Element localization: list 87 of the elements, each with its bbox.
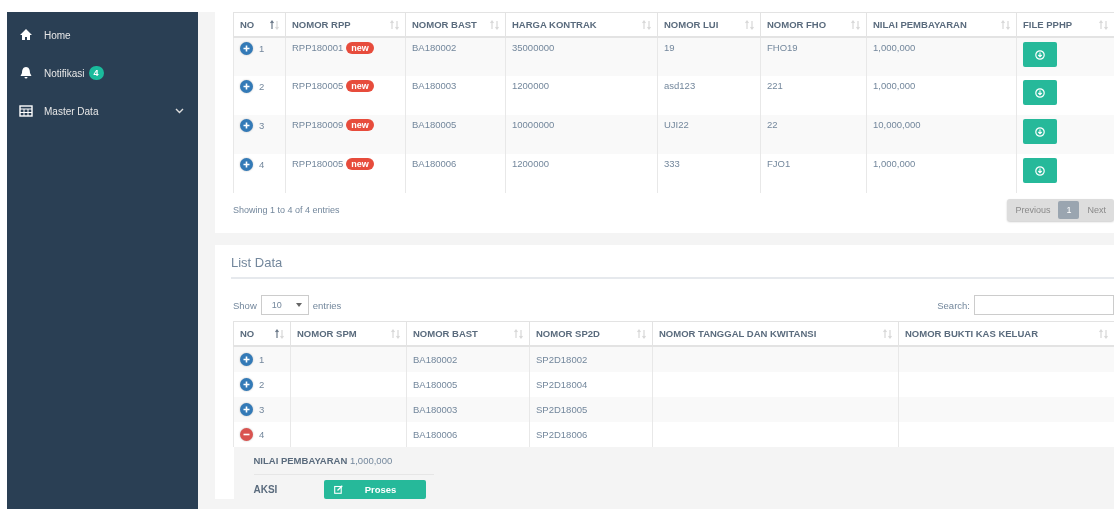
row-number: 3 bbox=[259, 120, 265, 131]
panel-title: List Data bbox=[231, 255, 1114, 279]
table-cell: 1,000,000 bbox=[873, 42, 916, 53]
table-cell: BA180002 bbox=[412, 42, 457, 53]
table-cell: BA180003 bbox=[413, 404, 458, 415]
new-badge: new bbox=[346, 42, 374, 54]
table-cell: RPP180001 bbox=[292, 42, 344, 53]
table-cell: SP2D18002 bbox=[536, 354, 588, 365]
table-cell: RPP180005 bbox=[292, 158, 344, 169]
expand-toggle[interactable] bbox=[240, 353, 253, 366]
table-cell: 1,000,000 bbox=[873, 80, 916, 91]
table-cell: 1200000 bbox=[512, 80, 549, 91]
show-label: Show bbox=[233, 299, 257, 311]
table-cell: UJI22 bbox=[664, 119, 689, 130]
sidebar-item[interactable]: Home bbox=[7, 16, 198, 54]
table-cell: BA180005 bbox=[413, 379, 458, 390]
table-cell: RPP180005 bbox=[292, 80, 344, 91]
table-cell: 10,000,000 bbox=[873, 119, 921, 130]
plus-icon bbox=[243, 381, 250, 388]
plus-icon bbox=[243, 83, 250, 90]
table-cell: 10000000 bbox=[512, 119, 555, 130]
download-icon bbox=[1035, 87, 1045, 98]
expand-toggle[interactable] bbox=[240, 158, 253, 171]
table-cell: 35000000 bbox=[512, 42, 555, 53]
expand-toggle[interactable] bbox=[240, 42, 253, 55]
sidebar-label: Notifikasi bbox=[44, 67, 85, 79]
table-cell: SP2D18004 bbox=[536, 379, 588, 390]
download-icon bbox=[1035, 126, 1045, 137]
table-cell: BA180006 bbox=[413, 429, 458, 440]
expand-toggle[interactable] bbox=[240, 428, 253, 441]
table-cell: SP2D18005 bbox=[536, 404, 588, 415]
expand-toggle[interactable] bbox=[240, 80, 253, 93]
table-cell: FJO1 bbox=[767, 158, 791, 169]
payment-value-text: NILAI PEMBAYARAN 1,000,000 bbox=[253, 447, 434, 475]
new-badge: new bbox=[346, 119, 374, 131]
table-cell: FHO19 bbox=[767, 42, 798, 53]
expand-toggle[interactable] bbox=[240, 119, 253, 132]
row-number: 3 bbox=[259, 404, 265, 415]
plus-icon bbox=[243, 45, 250, 52]
table-cell: 19 bbox=[664, 42, 675, 53]
plus-icon bbox=[243, 406, 250, 413]
minus-icon bbox=[243, 431, 250, 438]
row-number: 2 bbox=[259, 379, 265, 390]
table-cell: 1200000 bbox=[512, 158, 549, 169]
sidebar-item[interactable]: Master Data bbox=[7, 92, 198, 130]
action-label: AKSI bbox=[253, 484, 279, 495]
table-cell: 1,000,000 bbox=[873, 158, 916, 169]
page-size-select[interactable]: 10 bbox=[260, 295, 309, 315]
bell-icon bbox=[19, 66, 33, 80]
expand-toggle[interactable] bbox=[240, 403, 253, 416]
plus-icon bbox=[243, 356, 250, 363]
table-icon bbox=[19, 104, 33, 118]
sidebar-item[interactable]: Notifikasi 4 bbox=[7, 54, 198, 92]
table-cell: 22 bbox=[767, 119, 778, 130]
home-icon bbox=[19, 28, 33, 42]
table-cell: RPP180009 bbox=[292, 119, 344, 130]
sidebar-label: Master Data bbox=[44, 105, 99, 117]
expand-toggle[interactable] bbox=[240, 378, 253, 391]
row-number: 2 bbox=[259, 81, 265, 92]
row-number: 1 bbox=[259, 354, 265, 365]
table-cell: SP2D18006 bbox=[536, 429, 588, 440]
new-badge: new bbox=[346, 158, 374, 170]
dropdown-caret-icon bbox=[295, 303, 302, 307]
plus-icon bbox=[243, 161, 250, 168]
row-number: 4 bbox=[259, 159, 265, 170]
column-header[interactable]: NO bbox=[240, 328, 255, 339]
search-field[interactable] bbox=[974, 295, 1114, 315]
download-icon bbox=[1035, 165, 1045, 176]
row-number: 4 bbox=[259, 429, 265, 440]
entries-info: Showing 1 to 4 of 4 entries bbox=[233, 205, 340, 215]
plus-icon bbox=[243, 122, 250, 129]
table-cell: 221 bbox=[767, 80, 783, 91]
search-label: Search: bbox=[937, 299, 970, 311]
table-cell: asd123 bbox=[664, 80, 696, 91]
table-cell: BA180003 bbox=[412, 80, 457, 91]
sidebar-label: Home bbox=[44, 29, 71, 41]
table-cell: BA180006 bbox=[412, 158, 457, 169]
table-cell: BA180005 bbox=[412, 119, 457, 130]
column-header[interactable]: NO bbox=[240, 19, 255, 30]
new-badge: new bbox=[346, 80, 374, 92]
table-cell: 333 bbox=[664, 158, 680, 169]
notification-badge: 4 bbox=[88, 66, 104, 80]
table-cell: BA180002 bbox=[413, 354, 458, 365]
download-icon bbox=[1035, 49, 1045, 60]
row-number: 1 bbox=[259, 43, 265, 54]
entries-label: entries bbox=[312, 299, 342, 311]
edit-icon bbox=[333, 485, 343, 494]
